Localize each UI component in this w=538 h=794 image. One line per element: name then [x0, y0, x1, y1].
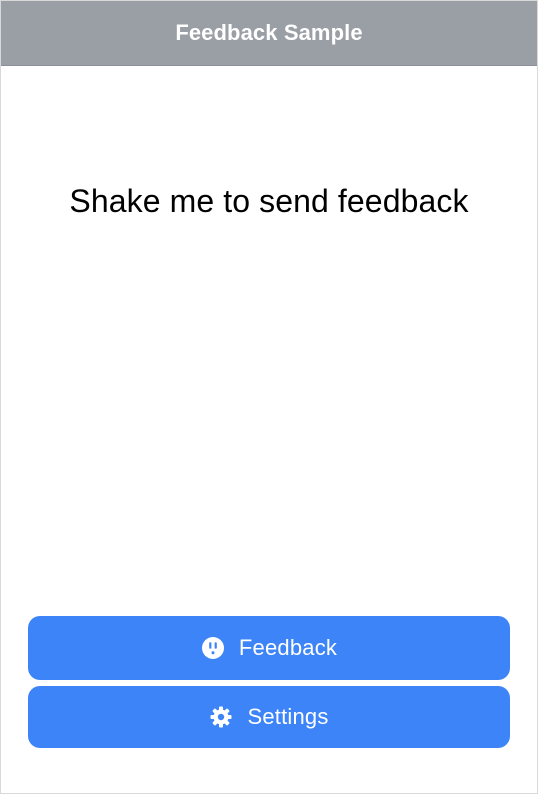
feedback-button[interactable]: Feedback	[28, 616, 510, 680]
app-window: Feedback Sample Shake me to send feedbac…	[0, 0, 538, 794]
feedback-button-label: Feedback	[238, 635, 338, 660]
instruction-text: Shake me to send feedback	[69, 183, 469, 219]
feedback-icon	[201, 636, 225, 660]
navigation-bar: Feedback Sample	[1, 1, 537, 66]
settings-button[interactable]: Settings	[28, 686, 510, 748]
settings-button-label: Settings	[247, 704, 329, 729]
page-title: Feedback Sample	[175, 20, 363, 45]
gear-icon	[209, 705, 233, 729]
